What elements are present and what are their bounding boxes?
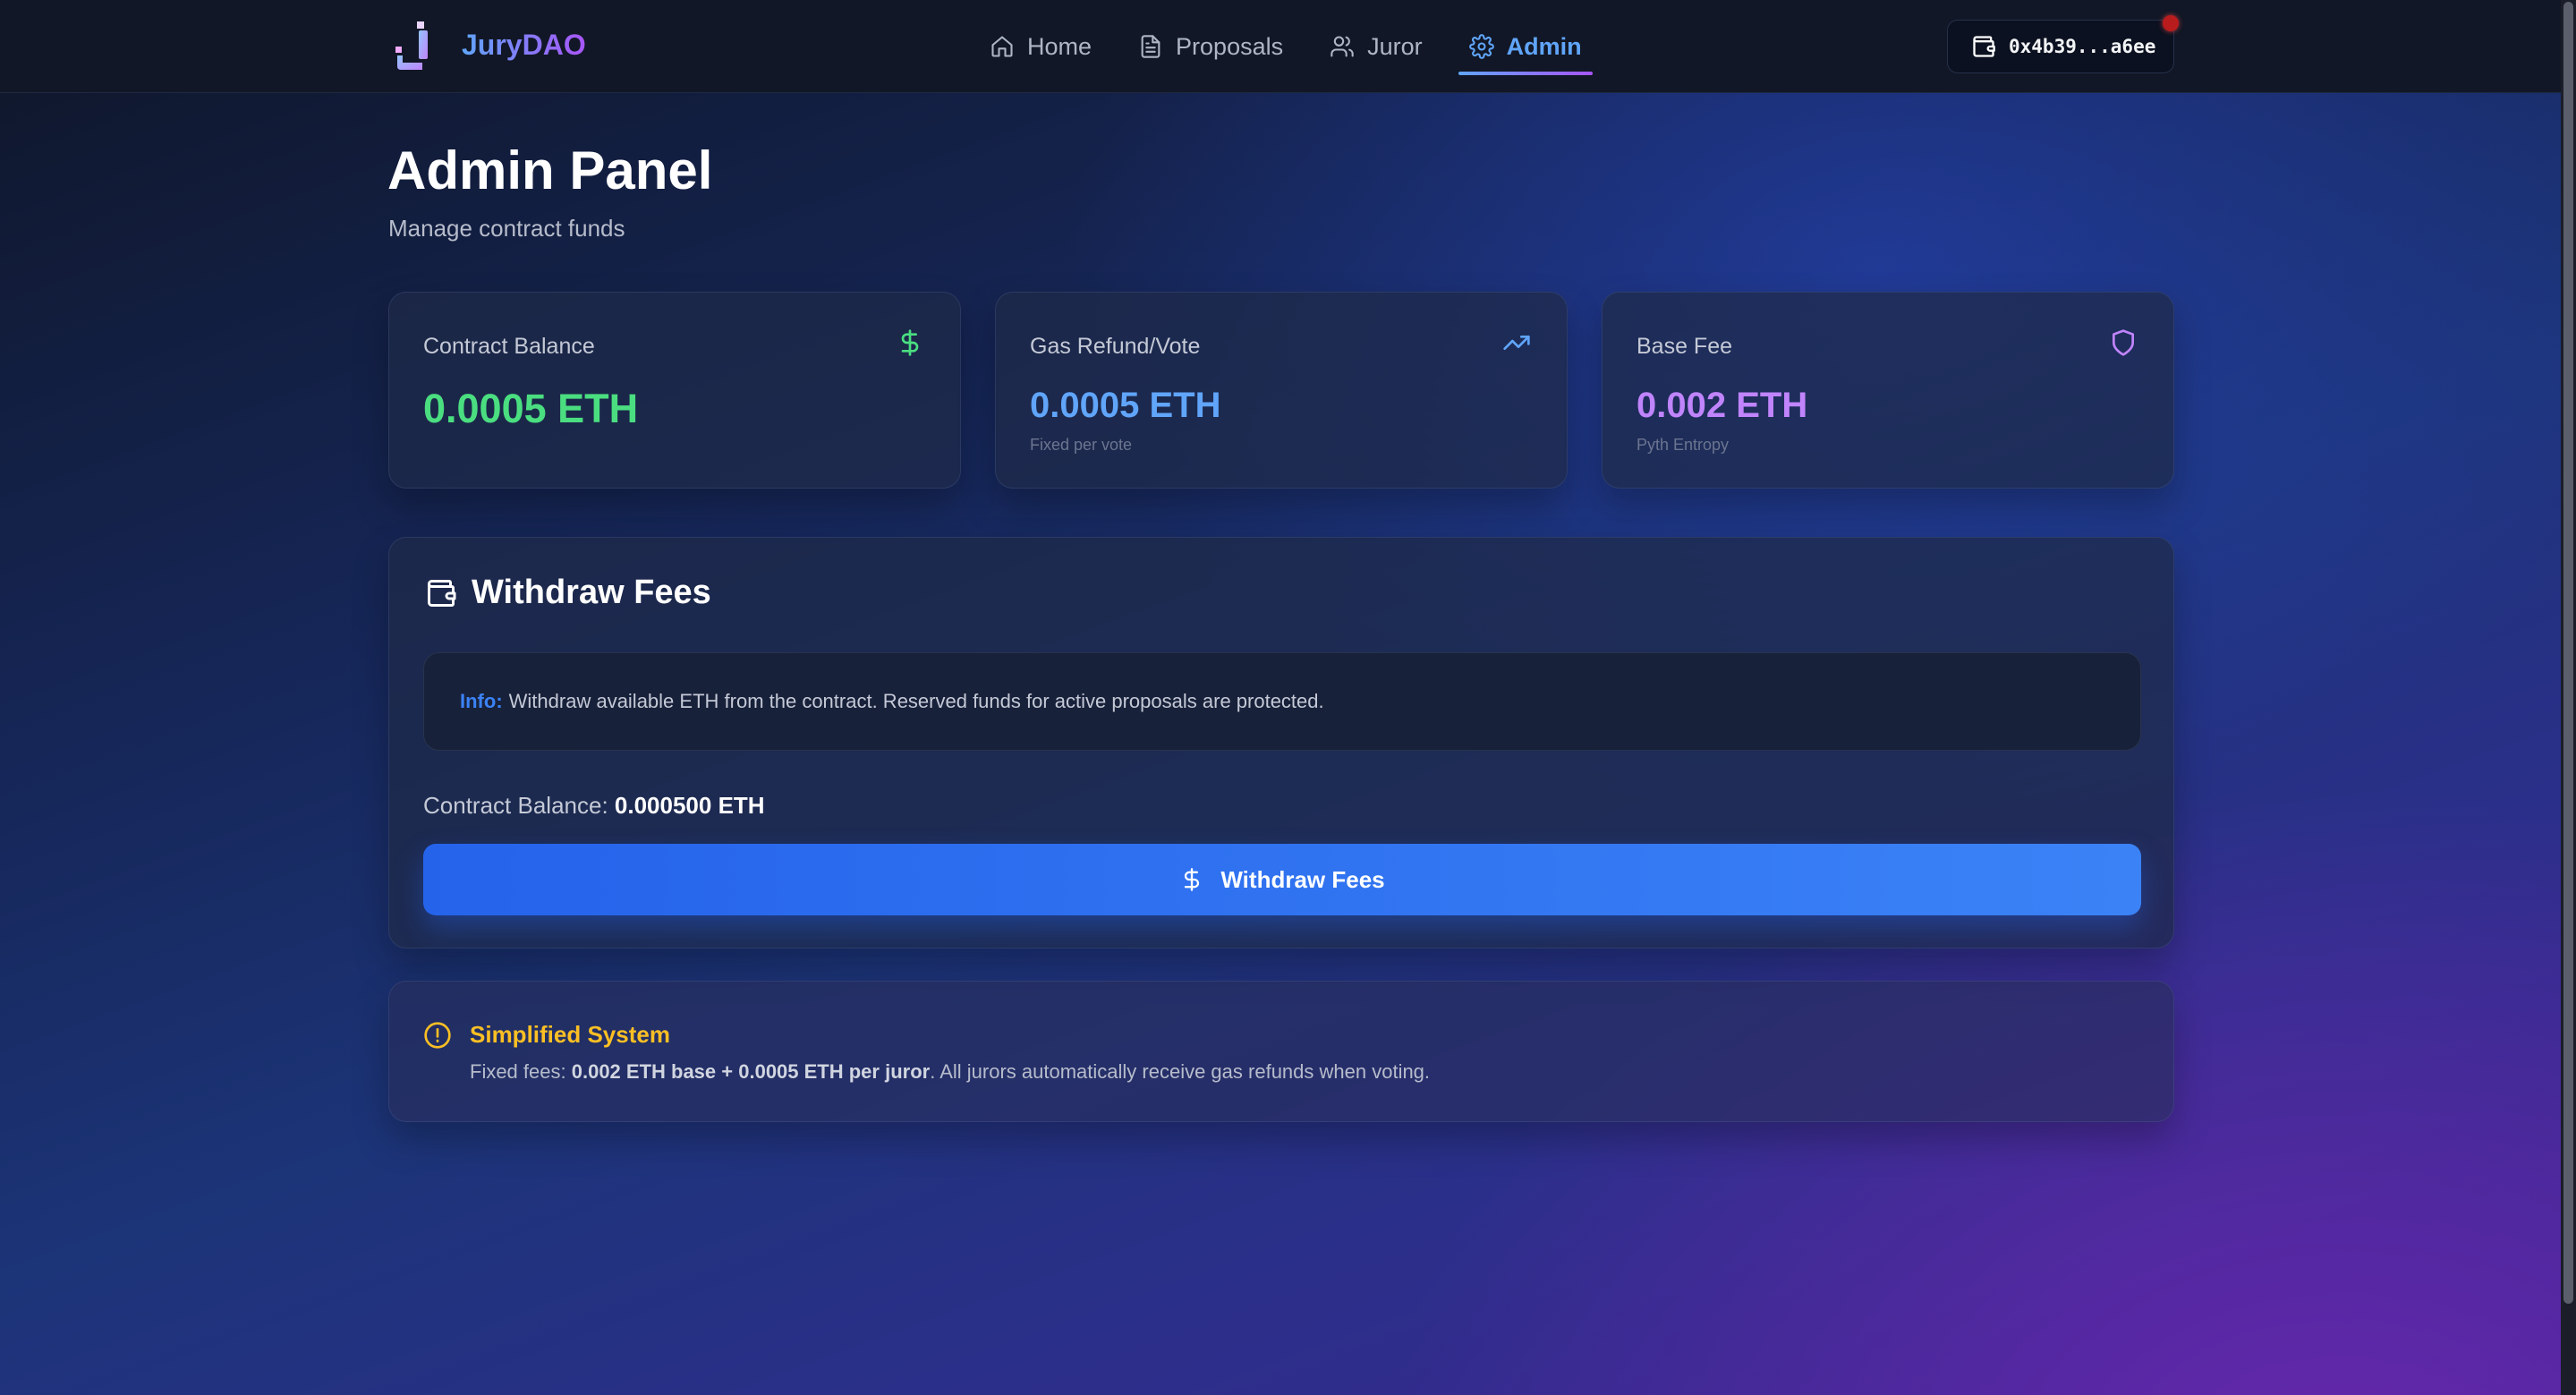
info-box: Info: Withdraw available ETH from the co… bbox=[423, 652, 2141, 751]
notice-title: Simplified System bbox=[470, 1021, 670, 1048]
stat-label: Base Fee bbox=[1637, 334, 1733, 359]
home-icon bbox=[991, 36, 1013, 57]
document-icon bbox=[1141, 35, 1160, 58]
trending-up-icon bbox=[1503, 336, 1530, 350]
scrollbar[interactable] bbox=[2561, 0, 2576, 1395]
info-text: Withdraw available ETH from the contract… bbox=[508, 690, 1324, 712]
dollar-icon bbox=[901, 329, 919, 356]
balance-value: 0.000500 ETH bbox=[614, 792, 765, 819]
nav-item-home[interactable]: Home bbox=[966, 0, 1115, 93]
withdraw-heading: Withdraw Fees bbox=[472, 574, 711, 611]
stat-note: Fixed per vote bbox=[1030, 436, 1133, 454]
stat-value: 0.0005 ETH bbox=[1030, 386, 1221, 425]
wallet-address: 0x4b39...a6ee bbox=[2009, 36, 2156, 57]
nav-item-proposals[interactable]: Proposals bbox=[1115, 0, 1306, 93]
notice-text-bold: 0.002 ETH base + 0.0005 ETH per juror bbox=[571, 1060, 931, 1083]
page-title: Admin Panel bbox=[387, 140, 713, 200]
nav-links: Home Proposals Juror Admin bbox=[966, 0, 1605, 93]
stat-label: Gas Refund/Vote bbox=[1030, 334, 1201, 359]
nav-label-juror: Juror bbox=[1367, 32, 1423, 60]
stat-value: 0.002 ETH bbox=[1637, 386, 1808, 425]
page-subtitle: Manage contract funds bbox=[388, 215, 625, 242]
withdraw-button-label: Withdraw Fees bbox=[1220, 865, 1385, 893]
alert-circle-icon bbox=[424, 1022, 451, 1049]
wallet-status-dot bbox=[2163, 15, 2179, 31]
stat-card-gas-refund: Gas Refund/Vote 0.0005 ETH Fixed per vot… bbox=[995, 292, 1568, 489]
stat-note: Pyth Entropy bbox=[1637, 436, 1730, 454]
notice-text-suffix: . All jurors automatically receive gas r… bbox=[930, 1060, 1431, 1083]
notice-text: Fixed fees: 0.002 ETH base + 0.0005 ETH … bbox=[470, 1060, 1430, 1084]
stat-label: Contract Balance bbox=[423, 334, 595, 359]
scrollbar-thumb[interactable] bbox=[2563, 2, 2573, 1304]
dollar-icon bbox=[1185, 868, 1200, 891]
stat-value: 0.0005 ETH bbox=[423, 386, 639, 431]
nav-item-admin[interactable]: Admin bbox=[1446, 0, 1605, 93]
notice-text-prefix: Fixed fees: bbox=[470, 1060, 566, 1083]
jurydao-logo-icon[interactable] bbox=[394, 20, 435, 72]
stat-card-base-fee: Base Fee 0.002 ETH Pyth Entropy bbox=[1602, 292, 2174, 489]
withdraw-fees-button[interactable]: Withdraw Fees bbox=[423, 844, 2141, 915]
nav-label-proposals: Proposals bbox=[1176, 32, 1284, 60]
wallet-icon bbox=[1973, 36, 1995, 57]
wallet-icon bbox=[428, 579, 456, 607]
brand-name[interactable]: JuryDAO bbox=[462, 29, 586, 62]
wallet-button[interactable]: 0x4b39...a6ee bbox=[1947, 15, 2179, 73]
withdraw-panel: Withdraw Fees Info: Withdraw available E… bbox=[388, 537, 2174, 948]
info-label: Info: bbox=[460, 690, 503, 712]
balance-label: Contract Balance: bbox=[423, 792, 608, 819]
simplified-system-notice: Simplified System Fixed fees: 0.002 ETH … bbox=[388, 981, 2174, 1122]
contract-balance-line: Contract Balance: 0.000500 ETH bbox=[423, 792, 765, 820]
gear-icon bbox=[1468, 34, 1494, 59]
top-nav: JuryDAO Home Proposals Juror Admin 0x4b3… bbox=[0, 0, 2561, 93]
users-icon bbox=[1331, 36, 1354, 57]
shield-icon bbox=[2113, 329, 2134, 356]
stat-card-contract-balance: Contract Balance 0.0005 ETH bbox=[388, 292, 961, 489]
nav-item-juror[interactable]: Juror bbox=[1306, 0, 1446, 93]
nav-label-admin: Admin bbox=[1506, 32, 1582, 60]
withdraw-title: Withdraw Fees bbox=[425, 574, 711, 612]
nav-label-home: Home bbox=[1027, 32, 1092, 60]
